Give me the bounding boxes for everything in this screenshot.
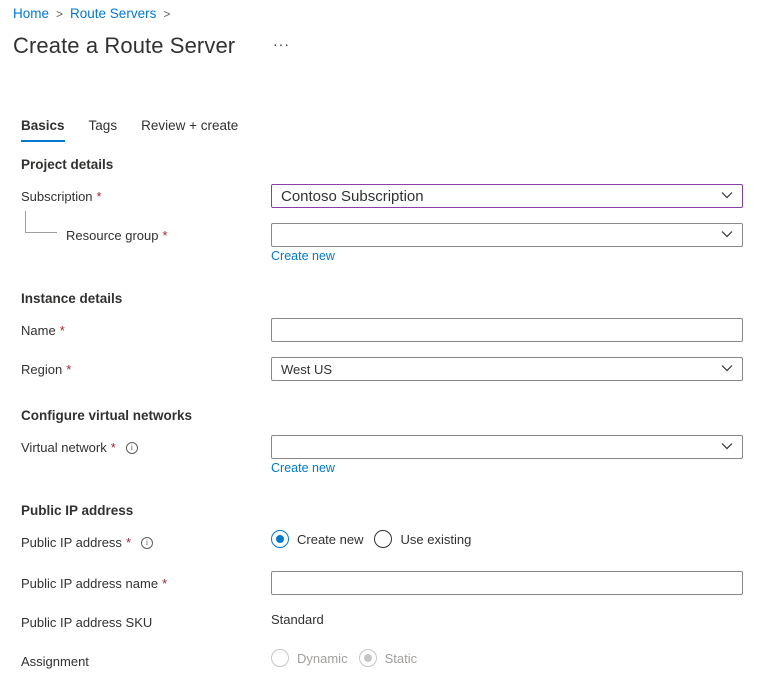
section-instance-details: Instance details <box>21 291 123 306</box>
tab-basics[interactable]: Basics <box>21 118 65 142</box>
breadcrumb-separator: > <box>163 6 171 21</box>
required-marker: * <box>162 228 168 243</box>
required-marker: * <box>125 535 131 550</box>
public-ip-name-label-text: Public IP address name <box>21 576 159 591</box>
public-ip-radio-group: Create new Use existing <box>271 530 482 548</box>
subscription-label: Subscription * <box>21 189 102 204</box>
resource-group-create-new-link[interactable]: Create new <box>271 249 335 263</box>
public-ip-name-label: Public IP address name * <box>21 576 167 591</box>
tab-tags[interactable]: Tags <box>89 118 118 142</box>
subscription-dropdown[interactable]: Contoso Subscription <box>271 184 743 208</box>
public-ip-sku-label: Public IP address SKU <box>21 615 152 630</box>
resource-group-label: Resource group * <box>66 228 168 243</box>
subscription-label-text: Subscription <box>21 189 93 204</box>
chevron-down-icon <box>721 365 733 372</box>
public-ip-create-new-label[interactable]: Create new <box>297 532 363 547</box>
required-marker: * <box>162 576 168 591</box>
public-ip-label: Public IP address * i <box>21 535 153 550</box>
assignment-dynamic-radio <box>271 649 289 667</box>
page-title: Create a Route Server <box>13 33 236 58</box>
region-value: West US <box>281 361 333 377</box>
section-virtual-networks: Configure virtual networks <box>21 408 193 423</box>
assignment-label: Assignment <box>21 654 89 669</box>
more-options-button[interactable]: ··· <box>273 36 290 52</box>
assignment-dynamic-label: Dynamic <box>297 650 348 666</box>
name-input[interactable] <box>271 318 743 342</box>
resource-group-dropdown[interactable] <box>271 223 743 247</box>
tree-connector <box>25 232 57 233</box>
public-ip-create-new-radio[interactable] <box>271 530 289 548</box>
breadcrumb-separator: > <box>56 6 64 21</box>
public-ip-sku-label-text: Public IP address SKU <box>21 615 153 630</box>
tab-review-create[interactable]: Review + create <box>141 118 238 142</box>
required-marker: * <box>59 323 65 338</box>
virtual-network-label: Virtual network * i <box>21 440 138 455</box>
region-label: Region * <box>21 362 71 377</box>
assignment-static-label: Static <box>384 650 418 666</box>
region-label-text: Region <box>21 362 63 377</box>
assignment-radio-group: Dynamic Static <box>271 649 428 667</box>
virtual-network-create-new-link[interactable]: Create new <box>271 461 335 475</box>
info-icon[interactable]: i <box>125 441 138 454</box>
chevron-down-icon <box>721 231 733 238</box>
region-dropdown[interactable]: West US <box>271 357 743 381</box>
name-label: Name * <box>21 323 65 338</box>
assignment-label-text: Assignment <box>21 654 89 669</box>
breadcrumb-route-servers[interactable]: Route Servers <box>70 6 156 21</box>
public-ip-use-existing-radio[interactable] <box>374 530 393 548</box>
subscription-value: Contoso Subscription <box>281 187 424 205</box>
name-label-text: Name <box>21 323 56 338</box>
required-marker: * <box>110 440 116 455</box>
tree-connector <box>25 211 26 232</box>
resource-group-label-text: Resource group <box>66 228 159 243</box>
chevron-down-icon <box>721 192 733 199</box>
info-icon[interactable]: i <box>141 536 153 549</box>
virtual-network-dropdown[interactable] <box>271 435 743 459</box>
public-ip-sku-value: Standard <box>271 612 324 627</box>
breadcrumb: Home > Route Servers > <box>13 6 177 21</box>
required-marker: * <box>96 189 102 204</box>
chevron-down-icon <box>721 443 733 450</box>
public-ip-label-text: Public IP address <box>21 535 122 550</box>
assignment-static-radio <box>358 649 377 667</box>
section-project-details: Project details <box>21 157 114 172</box>
section-public-ip: Public IP address <box>21 503 134 518</box>
public-ip-use-existing-label[interactable]: Use existing <box>400 532 471 547</box>
breadcrumb-home[interactable]: Home <box>13 6 49 21</box>
required-marker: * <box>66 362 72 377</box>
virtual-network-label-text: Virtual network <box>21 440 107 455</box>
tab-bar: Basics Tags Review + create <box>21 118 238 142</box>
public-ip-name-input[interactable] <box>271 571 743 595</box>
